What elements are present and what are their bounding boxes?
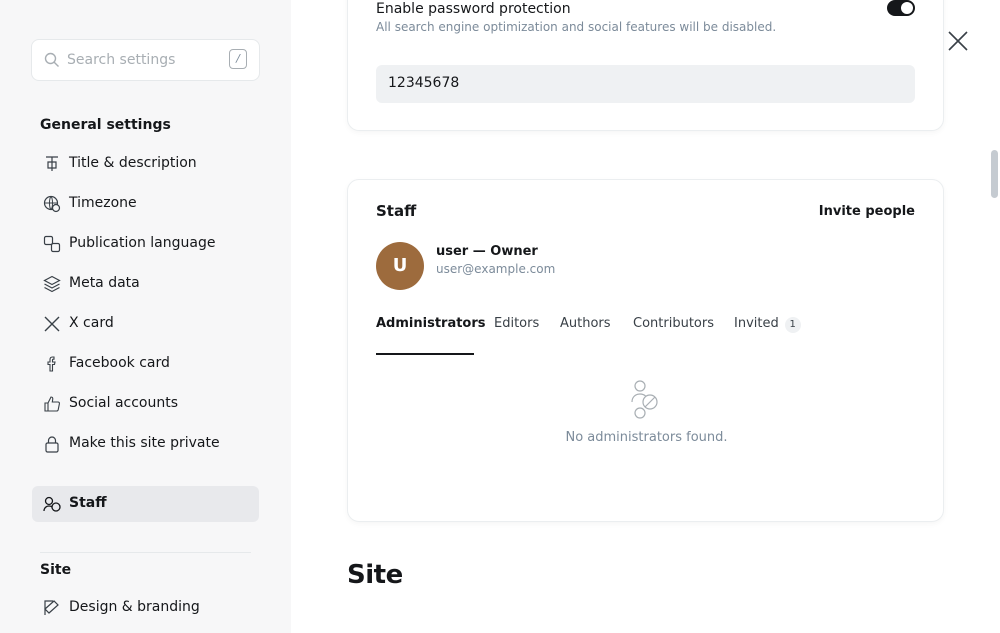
sidebar-item-label: X card	[69, 315, 114, 331]
sidebar-item-design-branding[interactable]: Design & branding	[32, 590, 259, 626]
toggle-knob	[901, 2, 913, 14]
facebook-icon	[47, 356, 56, 372]
user-role: Owner	[490, 244, 538, 259]
password-protection-toggle[interactable]	[887, 0, 915, 16]
sidebar-item-label: Meta data	[69, 275, 140, 291]
tab-label: Administrators	[376, 316, 486, 331]
sidebar-item-label: Make this site private	[69, 435, 220, 451]
staff-card: Staff Invite people U user — Owner user@…	[347, 179, 944, 522]
site-password-field[interactable]: 12345678	[376, 65, 915, 103]
globe-clock-icon	[43, 195, 61, 213]
user-name: user	[436, 244, 469, 259]
empty-state-text: No administrators found.	[565, 430, 728, 445]
sidebar-divider	[40, 552, 251, 553]
tab-editors[interactable]: Editors	[494, 316, 539, 331]
staff-tabs: Administrators Editors Authors Contribut…	[376, 316, 916, 356]
avatar-initial: U	[392, 255, 408, 276]
sidebar-item-staff[interactable]: Staff	[32, 486, 259, 522]
tab-administrators[interactable]: Administrators	[376, 316, 486, 331]
invited-count-badge: 1	[784, 317, 801, 333]
settings-sidebar: Search settings / General settings Title…	[0, 0, 291, 633]
tab-invited[interactable]: Invited 1	[734, 316, 801, 333]
site-password-value: 12345678	[388, 75, 460, 91]
tab-authors[interactable]: Authors	[560, 316, 611, 331]
search-placeholder: Search settings	[67, 52, 176, 68]
search-shortcut-key: /	[229, 49, 247, 69]
sidebar-item-label: Timezone	[69, 195, 137, 211]
search-icon	[44, 52, 59, 67]
user-email: user@example.com	[436, 262, 556, 276]
sidebar-item-x-card[interactable]: X card	[32, 306, 259, 342]
scrollbar-thumb[interactable]	[991, 150, 998, 198]
site-section-heading: Site	[347, 560, 403, 590]
sidebar-item-label: Design & branding	[69, 599, 200, 615]
sidebar-item-label: Staff	[69, 495, 107, 511]
close-icon[interactable]	[946, 29, 970, 53]
avatar[interactable]: U	[376, 242, 424, 290]
tab-contributors[interactable]: Contributors	[633, 316, 714, 331]
tab-label: Invited	[734, 316, 779, 331]
search-settings[interactable]: Search settings /	[31, 39, 260, 81]
tab-label: Contributors	[633, 316, 714, 331]
password-protection-title: Enable password protection	[376, 1, 571, 17]
staff-icon	[43, 496, 61, 512]
sidebar-item-facebook-card[interactable]: Facebook card	[32, 346, 259, 382]
sidebar-item-publication-language[interactable]: Publication language	[32, 226, 259, 262]
site-section-title: Site	[40, 562, 72, 578]
sidebar-item-social-accounts[interactable]: Social accounts	[32, 386, 259, 422]
sidebar-item-label: Title & description	[69, 155, 197, 171]
invite-people-button[interactable]: Invite people	[819, 204, 915, 219]
sidebar-item-meta-data[interactable]: Meta data	[32, 266, 259, 302]
sidebar-item-timezone[interactable]: Timezone	[32, 186, 259, 222]
tab-label: Editors	[494, 316, 540, 331]
x-logo-icon	[44, 316, 60, 332]
password-protection-card: Enable password protection All search en…	[347, 0, 944, 131]
lock-icon	[45, 436, 59, 453]
active-tab-underline	[376, 353, 474, 355]
sidebar-item-label: Facebook card	[69, 355, 170, 371]
no-members-icon	[631, 380, 658, 419]
sidebar-item-make-private[interactable]: Make this site private	[32, 426, 259, 462]
sidebar-item-label: Publication language	[69, 235, 216, 251]
sidebar-item-label: Social accounts	[69, 395, 179, 411]
sidebar-item-title-description[interactable]: Title & description	[32, 146, 259, 182]
user-name-line[interactable]: user — Owner	[436, 244, 538, 259]
title-icon	[46, 156, 58, 171]
layers-icon	[43, 275, 61, 293]
general-settings-title: General settings	[40, 117, 171, 133]
password-protection-description: All search engine optimization and socia…	[376, 20, 777, 34]
translate-icon	[43, 235, 61, 253]
thumbs-up-icon	[44, 396, 60, 412]
staff-title: Staff	[376, 202, 417, 220]
tab-label: Authors	[560, 316, 611, 331]
brush-icon	[44, 600, 59, 615]
